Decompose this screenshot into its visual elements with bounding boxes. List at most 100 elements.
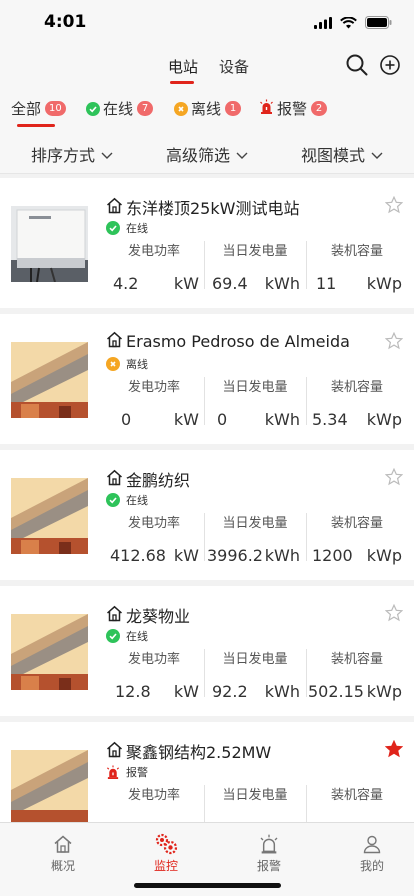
metric-label: 装机容量: [330, 788, 383, 803]
search-icon[interactable]: [346, 54, 368, 80]
home-icon: [33, 831, 93, 857]
status-text: 报警: [126, 766, 148, 779]
power-value: 412.68: [110, 546, 166, 565]
battery-icon: [365, 14, 392, 33]
tab-mine[interactable]: 我的: [342, 831, 402, 874]
metric-label: 当日发电量: [222, 380, 288, 395]
metric-daily: 当日发电量 69.4 kWh: [204, 240, 306, 293]
filter-tab-label: 全部: [11, 100, 42, 118]
chevron-down-icon: [101, 145, 113, 164]
station-name: 聚鑫钢结构2.52MW: [126, 743, 272, 762]
station-status: 在线: [106, 220, 148, 236]
metric-power: 发电功率 4.2 kW: [103, 240, 205, 293]
daily-value: 0: [217, 410, 228, 429]
tab-label: 报警: [256, 859, 281, 873]
favorite-star-icon[interactable]: [384, 331, 404, 354]
metric-power: 发电功率 12.8 kW: [103, 648, 205, 701]
capacity-unit: kWp: [366, 274, 402, 293]
metric-label: 当日发电量: [222, 516, 288, 531]
offline-x-icon: [106, 357, 120, 371]
filter-tab-offline[interactable]: 离线 1: [174, 98, 242, 119]
station-title[interactable]: 东洋楼顶25kW测试电站: [106, 195, 299, 219]
status-bar: 4:01: [0, 0, 414, 44]
daily-unit: kWh: [264, 410, 300, 429]
station-title[interactable]: Erasmo Pedroso de Almeida: [106, 331, 350, 352]
metric-label: 装机容量: [330, 244, 383, 259]
favorite-star-icon[interactable]: [384, 195, 404, 218]
capacity-unit: kWp: [366, 410, 402, 429]
metric-label: 发电功率: [127, 788, 180, 803]
power-unit: kW: [173, 274, 199, 293]
metric-power: 发电功率: [103, 784, 205, 803]
capacity-value: 502.15: [308, 682, 364, 701]
metric-label: 当日发电量: [222, 788, 288, 803]
tab-device[interactable]: 设备: [219, 56, 249, 77]
station-card[interactable]: 金鹏纺织 在线 发电功率 412.68 kW 当日发电量 3996.2 kWh 装机…: [0, 450, 414, 580]
filter-tab-all[interactable]: 全部 10: [11, 98, 66, 119]
station-name: Erasmo Pedroso de Almeida: [126, 332, 350, 351]
advanced-filter-dropdown[interactable]: 高级筛选: [166, 142, 248, 166]
station-title[interactable]: 龙葵物业: [106, 603, 190, 627]
house-icon: [106, 741, 123, 762]
station-card[interactable]: 龙葵物业 在线 发电功率 12.8 kW 当日发电量 92.2 kWh 装机容量 5…: [0, 586, 414, 716]
chevron-down-icon: [236, 145, 248, 164]
tab-monitor[interactable]: 监控: [136, 831, 196, 874]
tab-overview[interactable]: 概况: [33, 831, 93, 874]
add-icon[interactable]: [380, 55, 400, 79]
sort-filter-bar: 排序方式 高级筛选 视图模式: [0, 130, 414, 174]
station-title[interactable]: 金鹏纺织: [106, 467, 190, 491]
house-icon: [106, 469, 123, 490]
metric-capacity: 装机容量: [306, 784, 408, 803]
online-check-icon: [106, 493, 120, 507]
metric-label: 装机容量: [330, 380, 383, 395]
signal-icon: [314, 14, 332, 33]
tab-active-indicator: [170, 81, 194, 84]
station-status: 在线: [106, 492, 148, 508]
sort-dropdown[interactable]: 排序方式: [31, 142, 113, 166]
wifi-icon: [340, 14, 357, 33]
house-icon: [106, 605, 123, 626]
filter-tab-alarm[interactable]: 报警 2: [259, 98, 328, 119]
online-check-icon: [106, 221, 120, 235]
status-text: 离线: [126, 358, 148, 371]
gears-icon: [136, 831, 196, 857]
power-value: 4.2: [113, 274, 139, 293]
metric-label: 发电功率: [127, 652, 180, 667]
status-icons: [314, 14, 392, 33]
chevron-down-icon: [371, 145, 383, 164]
station-list[interactable]: 东洋楼顶25kW测试电站 在线 发电功率 4.2 kW 当日发电量 69.4 kWh…: [0, 178, 414, 822]
station-card[interactable]: 东洋楼顶25kW测试电站 在线 发电功率 4.2 kW 当日发电量 69.4 kWh…: [0, 178, 414, 308]
metric-power: 发电功率 0 kW: [103, 376, 205, 429]
home-indicator: [134, 883, 281, 888]
count-badge: 7: [137, 101, 154, 116]
favorite-star-icon[interactable]: [384, 739, 404, 762]
capacity-value: 5.34: [312, 410, 348, 429]
daily-value: 3996.2: [207, 546, 263, 565]
metric-label: 装机容量: [330, 652, 383, 667]
tab-label: 我的: [359, 859, 384, 873]
status-text: 在线: [126, 630, 148, 643]
power-unit: kW: [173, 410, 199, 429]
filter-tab-online[interactable]: 在线 7: [86, 98, 154, 119]
favorite-star-icon[interactable]: [384, 467, 404, 490]
status-text: 在线: [126, 222, 148, 235]
station-title[interactable]: 聚鑫钢结构2.52MW: [106, 739, 271, 763]
filter-tab-label: 在线: [103, 100, 134, 118]
sort-label: 排序方式: [31, 146, 96, 165]
power-unit: kW: [173, 546, 199, 565]
metric-label: 发电功率: [127, 516, 180, 531]
station-card[interactable]: 聚鑫钢结构2.52MW 报警 发电功率 当日发电量 装机容量: [0, 722, 414, 822]
count-badge: 2: [311, 101, 328, 116]
station-status: 报警: [106, 764, 148, 780]
favorite-star-icon[interactable]: [384, 603, 404, 626]
station-card[interactable]: Erasmo Pedroso de Almeida 离线 发电功率 0 kW 当日…: [0, 314, 414, 444]
tab-station[interactable]: 电站: [168, 56, 198, 77]
house-icon: [106, 331, 123, 352]
tab-alarm[interactable]: 报警: [239, 831, 299, 874]
power-unit: kW: [173, 682, 199, 701]
station-thumbnail: [11, 342, 88, 418]
offline-x-icon: [174, 101, 188, 116]
top-nav: 电站 设备: [0, 44, 414, 88]
view-mode-dropdown[interactable]: 视图模式: [301, 142, 383, 166]
metric-label: 当日发电量: [222, 244, 288, 259]
